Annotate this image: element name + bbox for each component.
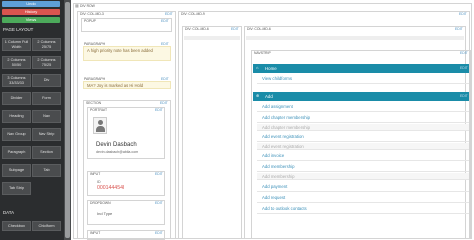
nav-view-childforms[interactable]: View childforms [257,73,469,84]
col-md-6b-tag: DIV: COL-MD-6 [247,27,271,31]
page-layout-title: PAGE LAYOUT [3,27,34,32]
menu-add-assignment[interactable]: Add assignment [257,101,469,112]
section-edit[interactable]: EDIT [160,101,168,105]
palette-tab-strip[interactable]: Tab Strip [2,182,31,195]
palette-checkbox[interactable]: Checkbox [2,221,31,231]
col-md-6a-box[interactable] [182,26,242,239]
palette-divider[interactable]: Divider [2,92,31,105]
warning-note-1-text: A high priority note has been added [87,48,153,53]
placeholder-bar [184,36,240,40]
palette-nav[interactable]: Nav [32,110,61,123]
ind-type-label: Ind Type [97,211,113,216]
menu-add-to-outlook[interactable]: Add to outlook contacts [257,203,469,214]
warning-note-2-text: MA? Joy is marked as Hi Hold [87,83,144,88]
avatar-head-icon [98,120,103,125]
undo-button[interactable]: Undo [2,1,60,7]
person-name: Devin Dasbach [96,142,137,148]
palette-2col-75-25[interactable]: 2 Columns 75/25 [32,56,61,69]
palette-tab[interactable]: Tab [32,164,61,177]
input-1-tag: INPUT [90,172,101,176]
palette-scrollbar[interactable] [64,0,71,240]
history-button[interactable]: History [2,9,60,15]
dropdown-tag: DROPDOWN [90,201,111,205]
palette-nav-strip[interactable]: Nav Strip [32,128,61,141]
menu-add-invoice[interactable]: Add invoice [257,150,469,161]
section-tag: SECTION [86,101,102,105]
col-md-9-tag: DIV: COL-MD-9 [181,12,205,16]
person-email: devin.dasbach@abila.com [96,150,139,154]
menu-add-chapter-membership[interactable]: Add chapter membership [257,112,469,123]
popup-edit[interactable]: EDIT [161,19,169,23]
palette-paragraph[interactable]: Paragraph [2,146,31,159]
palette-div[interactable]: Div [32,74,61,87]
menu-add-event-registration[interactable]: Add event registration [257,131,469,142]
menu-add-payment[interactable]: Add payment [257,181,469,192]
col-md-9-edit[interactable]: EDIT [459,12,467,16]
dropdown-edit[interactable]: EDIT [155,201,163,205]
col-md-6b-edit[interactable]: EDIT [455,27,463,31]
avatar [93,117,107,134]
palette-3col[interactable]: 3 Columns 33/33/33 [2,74,31,87]
design-canvas: ▦ DIV ROW DIV: COL-MD-3 EDIT POPUP EDIT … [71,0,474,240]
menu-add-membership[interactable]: Add membership [257,161,469,172]
nav-add-label: Add [265,94,273,99]
views-button[interactable]: Views [2,17,60,23]
nav-home-edit[interactable]: EDIT [460,66,468,70]
col-md-6a-edit[interactable]: EDIT [231,27,239,31]
portrait-edit[interactable]: EDIT [155,108,163,112]
data-title: DATA [3,210,15,215]
popup-tag: POPUP [84,19,96,23]
home-icon: ⌂ [256,65,259,70]
scroll-thumb[interactable] [65,2,70,238]
menu-add-event-registration-disabled: Add event registration [257,143,469,150]
palette-2col-25-75[interactable]: 2 Columns 25/75 [32,38,61,51]
col-md-3-tag: DIV: COL-MD-3 [80,12,104,16]
palette-chiclform[interactable]: Chiclform [32,221,61,231]
palette-nav-group[interactable]: Nav Group [2,128,31,141]
palette-form[interactable]: Form [32,92,61,105]
col-md-3-edit[interactable]: EDIT [165,12,173,16]
row-icon: ▦ [75,3,79,8]
palette-subpage[interactable]: Subpage [2,164,31,177]
portrait-tag: PORTRAIT [90,108,108,112]
input-1-edit[interactable]: EDIT [155,172,163,176]
palette-section[interactable]: Section [32,146,61,159]
palette-1col-full[interactable]: 1 Column Full Width [2,38,31,51]
nav-add-edit[interactable]: EDIT [460,94,468,98]
id-label: ID [97,180,101,184]
nav-home[interactable]: Home [253,64,469,73]
input-2-edit[interactable]: EDIT [155,231,163,235]
placeholder-bar-2 [246,36,464,40]
component-palette: Undo History Views PAGE LAYOUT 1 Column … [0,0,64,240]
palette-2col-50-50[interactable]: 2 Columns 50/50 [2,56,31,69]
nav-add[interactable]: Add [253,92,469,101]
menu-add-membership-disabled: Add membership [257,173,469,180]
navstrip-tag: NAVSTRIP [254,51,271,55]
col-md-6a-tag: DIV: COL-MD-6 [185,27,209,31]
plus-icon: ⊕ [256,93,260,98]
input-2-tag: INPUT [90,231,101,235]
navstrip-edit[interactable]: EDIT [460,51,468,55]
nav-home-label: Home [265,66,277,71]
menu-add-chapter-membership-disabled: Add chapter membership [257,124,469,131]
div-row-tag: DIV ROW [80,4,95,8]
id-value: 000144454I [97,185,125,191]
palette-heading[interactable]: Heading [2,110,31,123]
avatar-body-icon [96,126,105,132]
menu-add-request[interactable]: Add request [257,192,469,203]
